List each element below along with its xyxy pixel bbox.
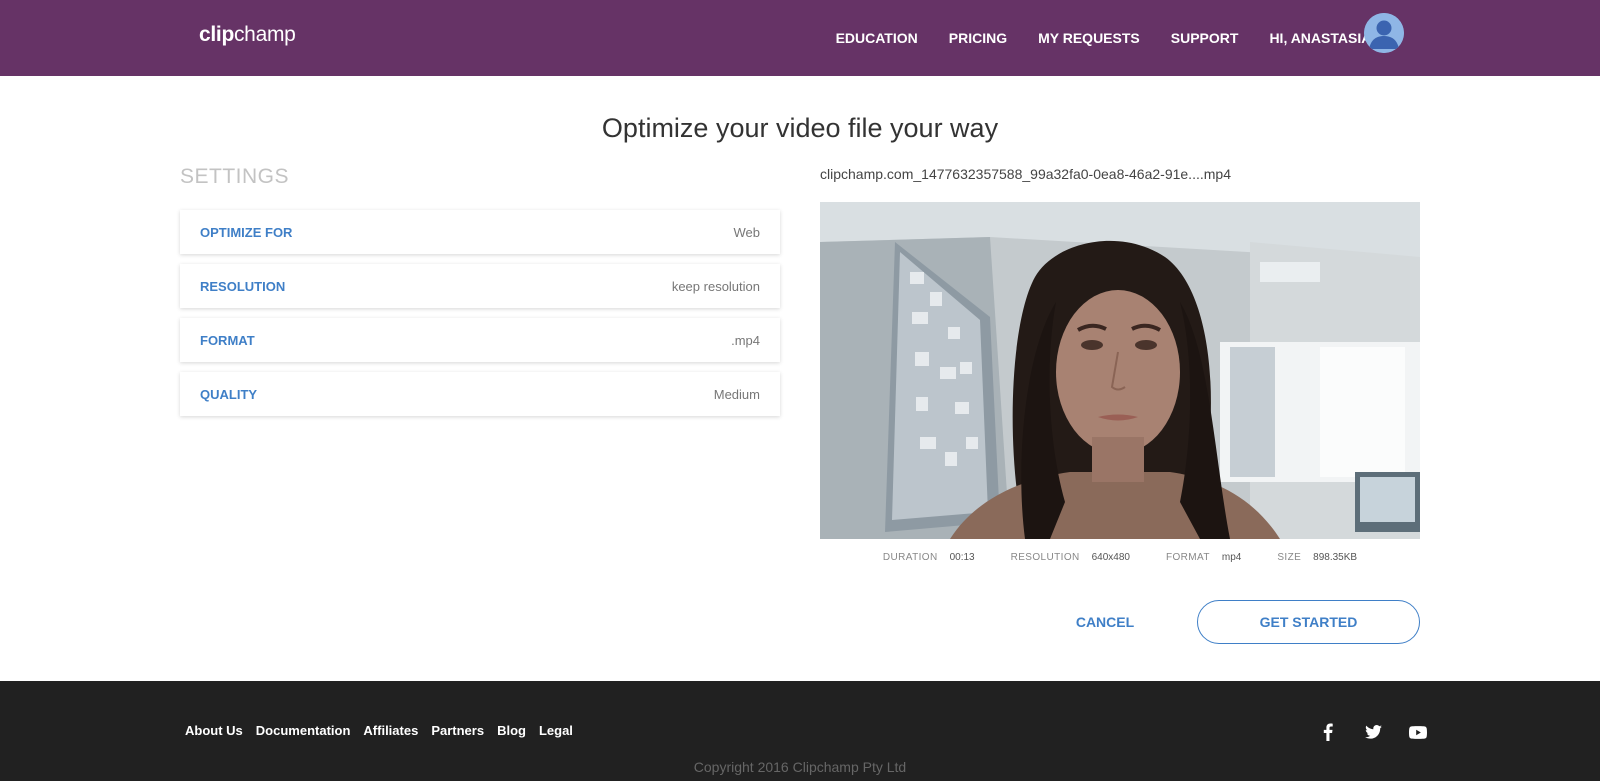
footer: About Us Documentation Affiliates Partne… [0, 681, 1600, 781]
meta-value: 640x480 [1091, 552, 1130, 563]
footer-link-documentation[interactable]: Documentation [256, 723, 351, 738]
footer-link-affiliates[interactable]: Affiliates [363, 723, 418, 738]
clipchamp-logo[interactable]: clipchamp [199, 23, 296, 47]
video-metadata: DURATION 00:13 RESOLUTION 640x480 FORMAT… [820, 552, 1420, 563]
setting-value: Web [733, 224, 761, 240]
meta-key: SIZE [1277, 552, 1302, 563]
nav-pricing[interactable]: PRICING [949, 30, 1007, 46]
meta-value: 00:13 [949, 552, 975, 563]
setting-optimize-for[interactable]: OPTIMIZE FOR Web [180, 210, 780, 254]
meta-key: RESOLUTION [1010, 552, 1080, 563]
meta-key: FORMAT [1166, 552, 1210, 563]
nav-support[interactable]: SUPPORT [1171, 30, 1239, 46]
get-started-button[interactable]: GET STARTED [1197, 600, 1420, 644]
youtube-icon[interactable] [1405, 719, 1431, 745]
setting-value: keep resolution [671, 278, 760, 294]
user-silhouette-icon [1364, 13, 1404, 53]
settings-heading: SETTINGS [180, 165, 290, 188]
nav-my-requests[interactable]: MY REQUESTS [1038, 30, 1140, 46]
setting-resolution[interactable]: RESOLUTION keep resolution [180, 264, 780, 308]
meta-key: DURATION [882, 552, 938, 563]
meta-resolution: RESOLUTION 640x480 [1011, 552, 1130, 563]
video-preview[interactable] [820, 202, 1420, 539]
main-nav: EDUCATION PRICING MY REQUESTS SUPPORT HI… [805, 0, 1376, 76]
video-frame-image [820, 202, 1420, 539]
nav-user-greeting[interactable]: HI, ANASTASIA! [1269, 30, 1376, 46]
footer-link-legal[interactable]: Legal [539, 723, 573, 738]
setting-value: Medium [713, 386, 760, 402]
top-navbar: clipchamp EDUCATION PRICING MY REQUESTS … [0, 0, 1600, 76]
meta-size: SIZE 898.35KB [1277, 552, 1357, 563]
footer-link-about-us[interactable]: About Us [185, 723, 243, 738]
facebook-icon[interactable] [1315, 719, 1341, 745]
footer-link-partners[interactable]: Partners [431, 723, 484, 738]
footer-links: About Us Documentation Affiliates Partne… [185, 723, 586, 738]
logo-part-light: champ [233, 23, 296, 46]
setting-quality[interactable]: QUALITY Medium [180, 372, 780, 416]
logo-part-bold: clip [199, 23, 234, 46]
setting-value: .mp4 [731, 332, 760, 348]
meta-value: mp4 [1221, 552, 1242, 563]
social-links [1296, 719, 1431, 745]
nav-education[interactable]: EDUCATION [836, 30, 918, 46]
setting-label: QUALITY [200, 386, 258, 402]
page-title: Optimize your video file your way [601, 113, 999, 143]
twitter-icon[interactable] [1360, 719, 1386, 745]
settings-list: OPTIMIZE FOR Web RESOLUTION keep resolut… [180, 210, 780, 426]
user-avatar[interactable] [1364, 13, 1404, 53]
meta-format: FORMAT mp4 [1166, 552, 1241, 563]
setting-format[interactable]: FORMAT .mp4 [180, 318, 780, 362]
meta-duration: DURATION 00:13 [883, 552, 975, 563]
setting-label: RESOLUTION [200, 278, 286, 294]
meta-value: 898.35KB [1313, 552, 1358, 563]
setting-label: OPTIMIZE FOR [200, 224, 293, 240]
copyright-text: Copyright 2016 Clipchamp Pty Ltd [693, 759, 907, 775]
footer-link-blog[interactable]: Blog [497, 723, 526, 738]
cancel-button[interactable]: CANCEL [1060, 600, 1150, 644]
video-file-name: clipchamp.com_1477632357588_99a32fa0-0ea… [820, 166, 1231, 182]
setting-label: FORMAT [200, 332, 255, 348]
